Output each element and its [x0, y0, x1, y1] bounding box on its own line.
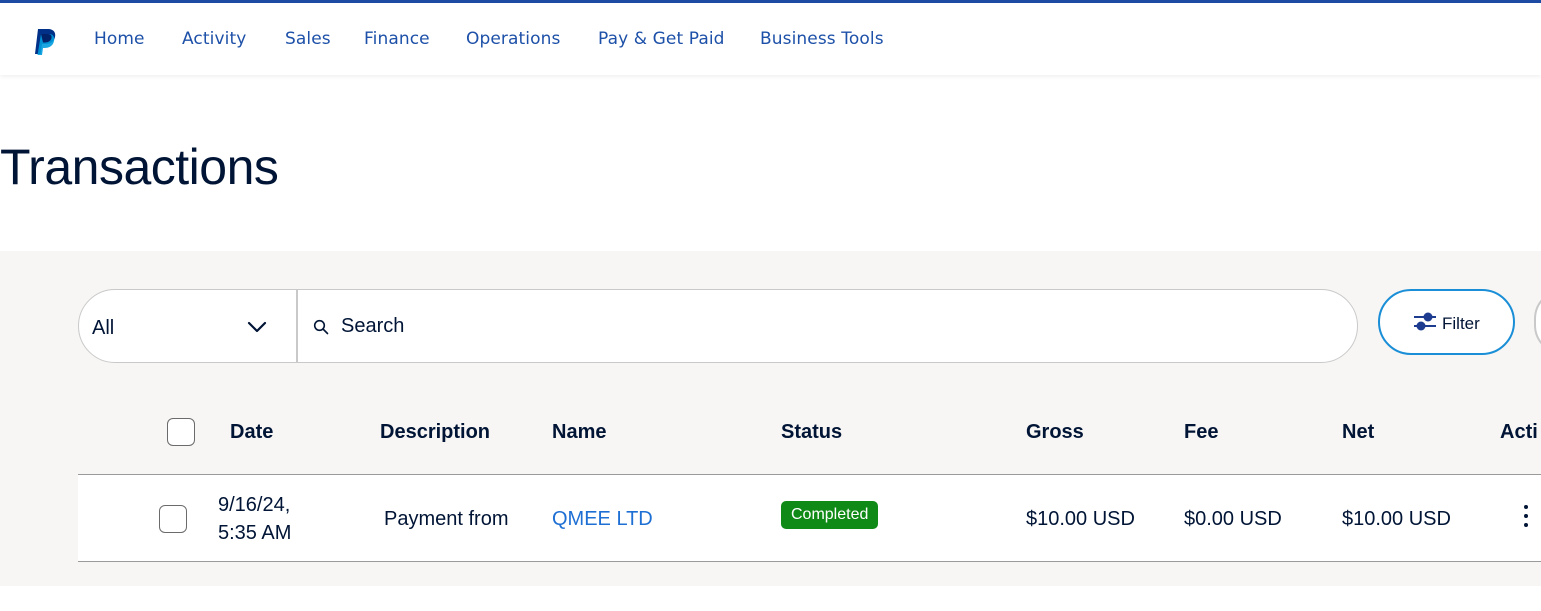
nav-finance[interactable]: Finance [364, 29, 430, 49]
more-vertical-icon[interactable] [1521, 505, 1531, 531]
transaction-description: Payment from [384, 508, 509, 530]
column-header-description[interactable]: Description [380, 421, 490, 444]
column-header-net[interactable]: Net [1342, 421, 1374, 444]
column-header-name[interactable]: Name [552, 421, 606, 444]
search-divider [296, 290, 298, 362]
nav-activity[interactable]: Activity [182, 29, 246, 49]
transaction-type-select[interactable]: All [79, 290, 297, 362]
nav-home[interactable]: Home [94, 29, 145, 49]
paypal-logo[interactable] [32, 27, 58, 57]
nav-sales[interactable]: Sales [285, 29, 331, 49]
select-all-checkbox[interactable] [167, 418, 195, 446]
row-checkbox[interactable] [159, 505, 187, 533]
search-bar: All [78, 289, 1358, 363]
transaction-net: $10.00 USD [1342, 508, 1451, 530]
filter-button[interactable]: Filter [1378, 289, 1515, 355]
nav-pay-and-get-paid[interactable]: Pay & Get Paid [598, 29, 725, 49]
nav-business-tools[interactable]: Business Tools [760, 29, 884, 49]
transaction-date-day: 9/16/24, [218, 494, 291, 516]
search-icon [313, 319, 329, 335]
transaction-fee: $0.00 USD [1184, 508, 1282, 530]
column-header-date[interactable]: Date [230, 421, 273, 444]
transaction-type-value: All [92, 317, 115, 339]
search-input[interactable] [341, 304, 1331, 348]
chevron-down-icon [247, 321, 267, 333]
column-header-fee[interactable]: Fee [1184, 421, 1218, 444]
top-navigation: Home Activity Sales Finance Operations P… [0, 3, 1541, 75]
sliders-icon [1414, 312, 1436, 331]
nav-operations[interactable]: Operations [466, 29, 560, 49]
status-badge: Completed [781, 501, 879, 529]
table-row[interactable]: 9/16/24, 5:35 AM Payment from QMEE LTD C… [78, 475, 1541, 562]
transaction-name-link[interactable]: QMEE LTD [552, 508, 653, 531]
transaction-gross: $10.00 USD [1026, 508, 1135, 530]
column-header-gross[interactable]: Gross [1026, 421, 1084, 444]
transaction-date-time: 5:35 AM [218, 522, 292, 544]
filter-label: Filter [1442, 314, 1480, 333]
column-header-status[interactable]: Status [781, 421, 842, 444]
transaction-date: 9/16/24, 5:35 AM [218, 491, 291, 547]
page-title: Transactions [0, 139, 279, 195]
column-header-actions: Acti [1500, 421, 1538, 443]
